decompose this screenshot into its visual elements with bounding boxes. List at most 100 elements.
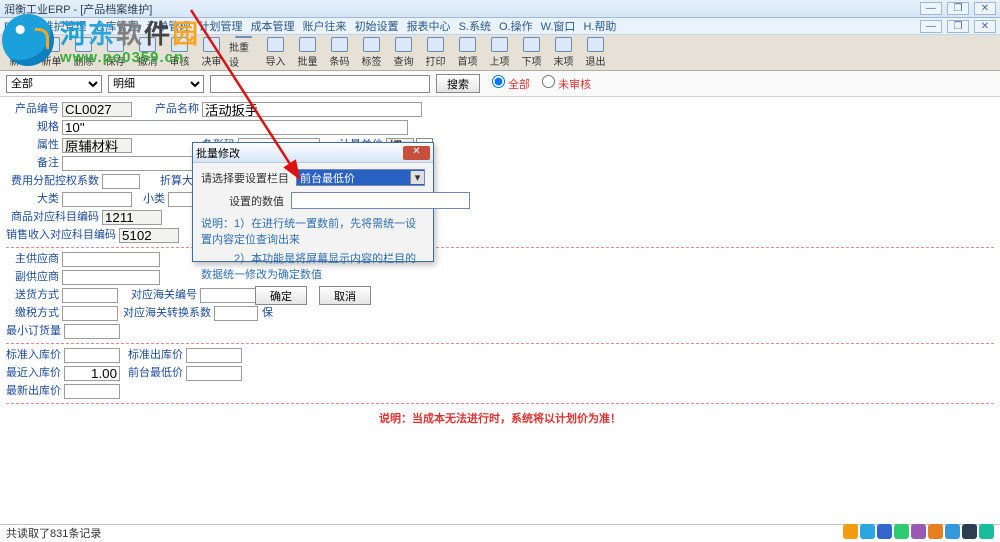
search-scope-select[interactable]: 全部 <box>6 75 102 93</box>
dialog-titlebar[interactable]: 批量修改 ✕ <box>193 143 433 163</box>
label-sup-sub: 副供应商 <box>6 269 62 286</box>
tray-icon[interactable] <box>911 524 926 539</box>
toolbar-标签[interactable]: 标签 <box>356 36 387 69</box>
menu-maint[interactable]: 维护管理 <box>43 18 87 34</box>
radio-all[interactable] <box>492 75 505 88</box>
toolbar-决审[interactable]: 决审 <box>196 36 227 69</box>
tray-icon[interactable] <box>860 524 875 539</box>
field-late-in[interactable] <box>64 366 120 381</box>
tray-icon[interactable] <box>843 524 858 539</box>
radio-unreviewed-label[interactable]: 未审核 <box>542 75 591 92</box>
tray-icon[interactable] <box>894 524 909 539</box>
toolbar-条码[interactable]: 条码 <box>324 36 355 69</box>
toolbar-icon <box>75 37 92 52</box>
toolbar-退出[interactable]: 退出 <box>580 36 611 69</box>
menu-account[interactable]: 账户往来 <box>303 18 347 34</box>
tray-icon[interactable] <box>962 524 977 539</box>
child-min-button[interactable]: — <box>920 20 942 33</box>
dialog-cancel-button[interactable]: 取消 <box>319 286 371 305</box>
tray-icon[interactable] <box>979 524 994 539</box>
toolbar-批量[interactable]: 批量 <box>292 36 323 69</box>
tray-icon[interactable] <box>945 524 960 539</box>
field-moq[interactable] <box>64 324 120 339</box>
child-close-button[interactable]: ✕ <box>974 20 996 33</box>
toolbar-label: 新增 <box>10 53 30 68</box>
toolbar-label: 下项 <box>522 53 542 68</box>
menu-window[interactable]: W.窗口 <box>541 18 576 34</box>
field-sup-sub[interactable] <box>62 270 160 285</box>
search-row: 全部 明细 搜索 全部 未审核 <box>0 71 1000 97</box>
field-sup-main[interactable] <box>62 252 160 267</box>
menu-oper[interactable]: O.操作 <box>499 18 533 34</box>
radio-all-label[interactable]: 全部 <box>492 75 530 92</box>
field-big[interactable] <box>62 192 132 207</box>
label-tax: 缴税方式 <box>6 305 62 322</box>
toolbar-查询[interactable]: 查询 <box>388 36 419 69</box>
field-low[interactable] <box>186 366 242 381</box>
dialog-ok-button[interactable]: 确定 <box>255 286 307 305</box>
label-customs-no: 对应海关编号 <box>118 287 200 304</box>
menu-file[interactable]: F.文件 <box>4 18 35 34</box>
field-std-out[interactable] <box>186 348 242 363</box>
menu-report[interactable]: 报表中心 <box>407 18 451 34</box>
toolbar-新增[interactable]: 新增 <box>4 36 35 69</box>
tray-icon[interactable] <box>928 524 943 539</box>
toolbar-删除[interactable]: 删除 <box>68 36 99 69</box>
menu-warehouse[interactable]: 仓库管理 <box>95 18 139 34</box>
field-std-in[interactable] <box>64 348 120 363</box>
search-input[interactable] <box>210 75 430 93</box>
radio-unreviewed[interactable] <box>542 75 555 88</box>
menu-system[interactable]: S.系统 <box>459 18 491 34</box>
menu-cost[interactable]: 成本管理 <box>251 18 295 34</box>
toolbar-icon <box>11 37 28 52</box>
toolbar-新单[interactable]: 新单 <box>36 36 67 69</box>
field-sale-subj[interactable] <box>119 228 179 243</box>
search-button[interactable]: 搜索 <box>436 74 480 93</box>
label-std-out: 标准出库价 <box>120 347 186 364</box>
dialog-column-combo[interactable]: 前台最低价▾ <box>296 169 425 186</box>
toolbar: 新增新单删除保存撤消审核决审批重设导入批量条码标签查询打印首项上项下项末项退出 <box>0 35 1000 71</box>
field-attr[interactable] <box>62 138 132 153</box>
field-subj[interactable] <box>102 210 162 225</box>
chevron-down-icon: ▾ <box>410 171 424 184</box>
toolbar-下项[interactable]: 下项 <box>516 36 547 69</box>
field-cost[interactable] <box>102 174 140 189</box>
menu-plan[interactable]: 计划管理 <box>199 18 243 34</box>
field-ship[interactable] <box>62 288 118 303</box>
field-spec[interactable] <box>62 120 408 135</box>
menu-order[interactable]: 订单管理 <box>147 18 191 34</box>
toolbar-icon <box>139 37 156 52</box>
childmax-button[interactable]: ❐ <box>947 2 969 15</box>
search-detail-select[interactable]: 明细 <box>108 75 204 93</box>
field-name[interactable] <box>202 102 422 117</box>
minimize-button[interactable]: — <box>920 2 942 15</box>
toolbar-label: 撤消 <box>138 53 158 68</box>
divider-3 <box>6 403 994 404</box>
menu-init[interactable]: 初始设置 <box>355 18 399 34</box>
toolbar-末项[interactable]: 末项 <box>548 36 579 69</box>
toolbar-保存[interactable]: 保存 <box>100 36 131 69</box>
child-window-buttons: — ❐ ✕ <box>918 20 996 33</box>
toolbar-label: 审核 <box>170 53 190 68</box>
dialog-label-value: 设置的数值 <box>201 193 287 209</box>
field-tax[interactable] <box>62 306 118 321</box>
field-late-out[interactable] <box>64 384 120 399</box>
label-late-in: 最近入库价 <box>6 365 64 382</box>
toolbar-首项[interactable]: 首项 <box>452 36 483 69</box>
field-code[interactable] <box>62 102 132 117</box>
child-max-button[interactable]: ❐ <box>947 20 969 33</box>
dialog-value-input[interactable] <box>291 192 470 209</box>
close-button[interactable]: ✕ <box>974 2 996 15</box>
toolbar-批重设[interactable]: 批重设 <box>228 36 259 69</box>
toolbar-审核[interactable]: 审核 <box>164 36 195 69</box>
toolbar-导入[interactable]: 导入 <box>260 36 291 69</box>
window-buttons: — ❐ ✕ <box>918 2 996 15</box>
menu-help[interactable]: H.帮助 <box>583 18 616 34</box>
toolbar-打印[interactable]: 打印 <box>420 36 451 69</box>
tray-icon[interactable] <box>877 524 892 539</box>
dialog-close-button[interactable]: ✕ <box>403 146 430 160</box>
label-cost: 费用分配控权系数 <box>6 173 102 190</box>
toolbar-撤消[interactable]: 撤消 <box>132 36 163 69</box>
dialog-body: 请选择要设置栏目 前台最低价▾ 设置的数值 说明：1）在进行统一置数前，先将需统… <box>193 163 433 311</box>
toolbar-上项[interactable]: 上项 <box>484 36 515 69</box>
